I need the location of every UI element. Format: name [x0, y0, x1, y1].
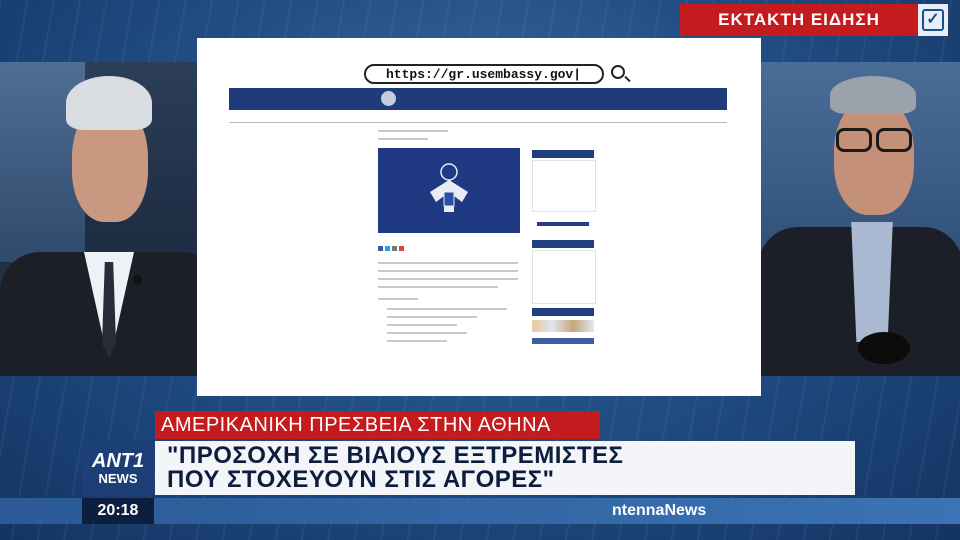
channel-brand: ntennaNews — [612, 502, 707, 519]
guest-video-panel — [738, 62, 960, 376]
anchor-video-panel — [0, 62, 222, 376]
sidebar-footer — [532, 338, 594, 344]
text-line — [387, 332, 467, 334]
sidebar-box — [532, 160, 596, 212]
embassy-website-screenshot: https://gr.usembassy.gov| — [197, 38, 761, 396]
sidebar-heading — [532, 240, 594, 248]
headline-box: "ΠΡΟΣΟΧΗ ΣΕ ΒΙΑΙΟΥΣ ΕΞΤΡΕΜΙΣΤΕΣ ΠΟΥ ΣΤΟΧ… — [155, 441, 855, 495]
text-line — [387, 316, 477, 318]
text-line — [378, 278, 518, 280]
logo-line1: ANT1 — [91, 449, 145, 472]
glasses-left — [836, 128, 872, 152]
site-header — [229, 88, 727, 110]
guest-hair — [830, 76, 916, 114]
glasses-right — [876, 128, 912, 152]
text-line — [378, 138, 428, 140]
logo-line2: NEWS — [98, 470, 138, 486]
text-line — [378, 270, 518, 272]
topic-banner: ΑΜΕΡΙΚΑΝΙΚΗ ΠΡΕΣΒΕΙΑ ΣΤΗΝ ΑΘΗΝΑ — [155, 411, 600, 439]
text-line — [387, 340, 447, 342]
search-icon — [611, 65, 625, 79]
sidebar-box — [532, 250, 596, 304]
text-line — [387, 324, 457, 326]
headline-line2: ΠΟΥ ΣΤΟΧΕΥΟΥΝ ΣΤΙΣ ΑΓΟΡΕΣ" — [167, 466, 555, 493]
site-nav — [229, 112, 727, 123]
sidebar-image — [532, 320, 594, 332]
share-icon — [378, 246, 383, 251]
share-icon — [399, 246, 404, 251]
clock: 20:18 — [82, 498, 154, 524]
seal-icon — [381, 91, 396, 106]
headline-line1: "ΠΡΟΣΟΧΗ ΣΕ ΒΙΑΙΟΥΣ ΕΞΤΡΕΜΙΣΤΕΣ — [167, 442, 624, 469]
channel-logo: ANT1 NEWS — [82, 441, 154, 495]
anchor-hair — [66, 76, 152, 130]
text-line — [378, 286, 498, 288]
share-icon — [385, 246, 390, 251]
microphone — [858, 332, 910, 364]
sidebar-heading — [532, 308, 594, 316]
text-line — [378, 262, 518, 264]
breaking-news-badge: ΕΚΤΑΚΤΗ ΕΙΔΗΣΗ ✓ — [680, 4, 948, 36]
breaking-news-label: ΕΚΤΑΚΤΗ ΕΙΔΗΣΗ — [718, 10, 880, 29]
text-line — [378, 130, 448, 132]
embassy-seal-image — [378, 148, 520, 233]
lapel-mic — [133, 275, 142, 284]
sidebar-button — [537, 222, 589, 226]
share-icon — [392, 246, 397, 251]
guest-head — [834, 97, 914, 215]
eagle-icon — [430, 163, 468, 212]
url-bar: https://gr.usembassy.gov| — [364, 64, 604, 84]
text-line — [387, 308, 507, 310]
checkbox-icon: ✓ — [918, 4, 948, 36]
sidebar-heading — [532, 150, 594, 158]
url-text: https://gr.usembassy.gov| — [386, 66, 582, 82]
text-line — [378, 298, 418, 300]
